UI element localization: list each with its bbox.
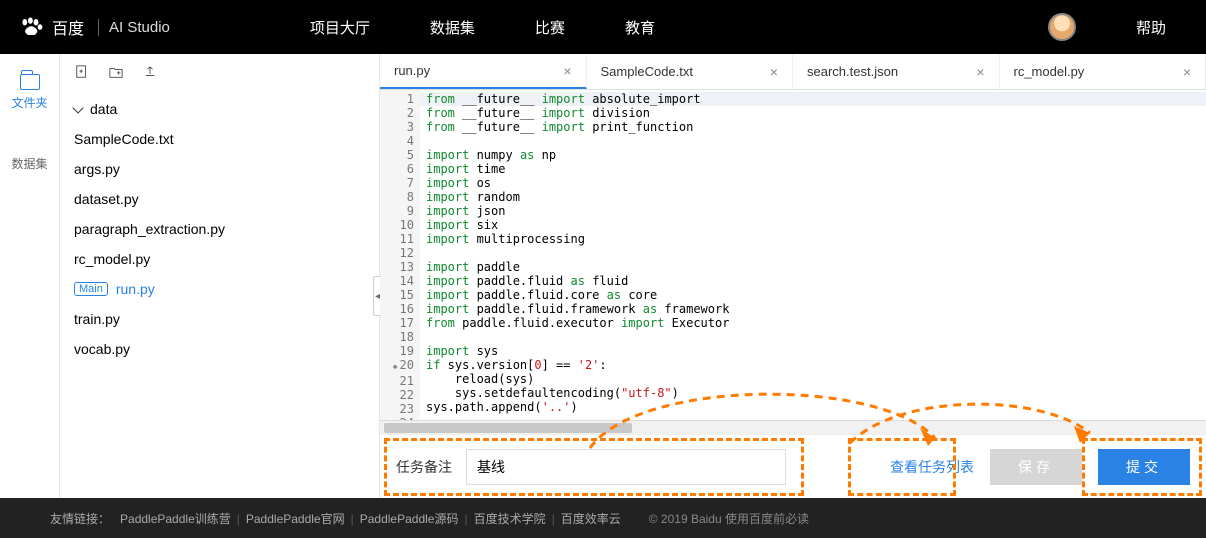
tab-label: run.py [394, 63, 430, 78]
tree-file[interactable]: train.py [60, 304, 379, 334]
logo[interactable]: 百度 AI Studio [20, 15, 170, 39]
nav-item[interactable]: 数据集 [430, 17, 475, 38]
upload-icon[interactable] [142, 65, 158, 79]
footer-link[interactable]: 百度技术学院 [474, 512, 546, 526]
tree-file[interactable]: vocab.py [60, 334, 379, 364]
tab-label: search.test.json [807, 64, 898, 79]
main-area: 文件夹 数据集 dataSampleCode.txtargs.pydataset… [0, 54, 1206, 498]
footer-label: 友情链接： [50, 510, 110, 527]
left-rail: 文件夹 数据集 [0, 54, 60, 498]
nav-item[interactable]: 比赛 [535, 17, 565, 38]
folder-icon [20, 74, 40, 90]
save-button[interactable]: 保存 [990, 449, 1082, 485]
rail-datasets-label: 数据集 [11, 157, 47, 171]
chevron-down-icon [72, 102, 83, 113]
tab-label: rc_model.py [1014, 64, 1085, 79]
workarea: ◀ run.py×SampleCode.txt×search.test.json… [380, 54, 1206, 498]
file-tree: dataSampleCode.txtargs.pydataset.pyparag… [60, 54, 380, 498]
help-link[interactable]: 帮助 [1136, 17, 1166, 38]
close-icon[interactable]: × [563, 63, 571, 79]
dataset-icon [20, 135, 40, 151]
editor-tab[interactable]: SampleCode.txt × [587, 54, 794, 89]
nav-item[interactable]: 项目大厅 [310, 17, 370, 38]
view-task-list-link[interactable]: 查看任务列表 [890, 457, 974, 477]
new-folder-icon[interactable] [108, 65, 124, 79]
tree-toolbar [60, 54, 379, 90]
editor-tab[interactable]: rc_model.py × [1000, 54, 1206, 89]
editor-tab[interactable]: run.py × [380, 54, 587, 89]
studio-text: AI Studio [98, 19, 170, 36]
tree-file[interactable]: rc_model.py [60, 244, 379, 274]
tree-file[interactable]: dataset.py [60, 184, 379, 214]
brand-text: 百度 [52, 15, 84, 39]
code-editor[interactable]: 123456789101112131415161718192021222324 … [380, 90, 1206, 420]
task-note-label: 任务备注 [396, 457, 452, 477]
rail-datasets[interactable]: 数据集 [0, 135, 59, 172]
editor-tab[interactable]: search.test.json × [793, 54, 1000, 89]
close-icon[interactable]: × [976, 64, 984, 80]
editor-hscroll[interactable] [380, 420, 1206, 434]
task-note-input[interactable] [466, 449, 786, 485]
baidu-paw-icon [20, 17, 44, 37]
footer-link[interactable]: PaddlePaddle官网 [246, 512, 345, 526]
tab-label: SampleCode.txt [601, 64, 694, 79]
close-icon[interactable]: × [1183, 64, 1191, 80]
main-badge: Main [74, 282, 108, 296]
new-file-icon[interactable] [74, 65, 90, 79]
editor-tabs: run.py×SampleCode.txt×search.test.json×r… [380, 54, 1206, 90]
task-bar: 任务备注 查看任务列表 保存 提交 [380, 434, 1206, 498]
top-nav: 百度 AI Studio 项目大厅 数据集 比赛 教育 帮助 [0, 0, 1206, 54]
line-gutter: 123456789101112131415161718192021222324 [380, 90, 420, 420]
rail-files[interactable]: 文件夹 [0, 74, 59, 111]
close-icon[interactable]: × [770, 64, 778, 80]
footer-link[interactable]: PaddlePaddle训练营 [120, 512, 231, 526]
footer: 友情链接： PaddlePaddle训练营|PaddlePaddle官网|Pad… [0, 498, 1206, 538]
submit-button[interactable]: 提交 [1098, 449, 1190, 485]
nav-item[interactable]: 教育 [625, 17, 655, 38]
tree-file[interactable]: paragraph_extraction.py [60, 214, 379, 244]
avatar[interactable] [1048, 13, 1076, 41]
footer-link[interactable]: PaddlePaddle源码 [360, 512, 459, 526]
rail-files-label: 文件夹 [11, 96, 47, 110]
tree-file[interactable]: SampleCode.txt [60, 124, 379, 154]
footer-link[interactable]: 百度效率云 [561, 512, 621, 526]
code-area[interactable]: from __future__ import absolute_importfr… [420, 90, 1206, 420]
tree-folder[interactable]: data [60, 94, 379, 124]
tree-file[interactable]: args.py [60, 154, 379, 184]
footer-copyright: © 2019 Baidu 使用百度前必读 [649, 510, 809, 527]
tree-file-main[interactable]: Mainrun.py [60, 274, 379, 304]
